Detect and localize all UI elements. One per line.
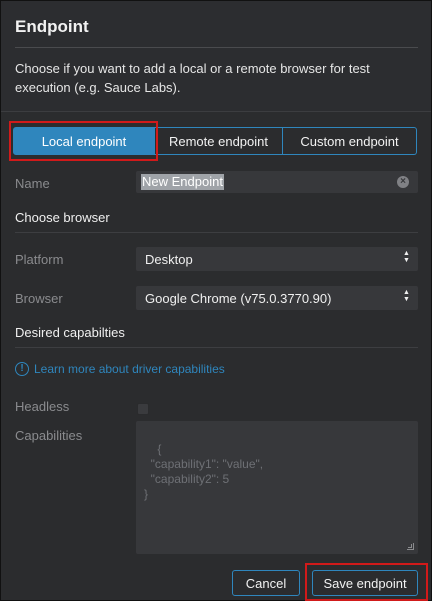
cancel-button[interactable]: Cancel: [232, 570, 300, 596]
section-divider: [15, 347, 418, 348]
dialog-header: Endpoint Choose if you want to add a loc…: [1, 1, 431, 112]
learn-more-text: Learn more about driver capabilities: [34, 362, 225, 376]
save-endpoint-button[interactable]: Save endpoint: [312, 570, 418, 596]
platform-label: Platform: [15, 252, 64, 267]
name-value: New Endpoint: [141, 174, 224, 190]
learn-more-link[interactable]: ! Learn more about driver capabilities: [15, 362, 225, 376]
title-divider: [15, 47, 418, 48]
tab-remote-endpoint[interactable]: Remote endpoint: [155, 127, 283, 155]
browser-value: Google Chrome (v75.0.3770.90): [145, 291, 332, 306]
tab-custom-endpoint[interactable]: Custom endpoint: [283, 127, 417, 155]
tab-local-endpoint[interactable]: Local endpoint: [13, 127, 155, 155]
capabilities-heading: Desired capabilties: [15, 325, 125, 340]
platform-value: Desktop: [145, 252, 193, 267]
browser-select[interactable]: Google Chrome (v75.0.3770.90) ▲ ▼: [136, 286, 418, 310]
headless-label: Headless: [15, 399, 70, 414]
name-label: Name: [15, 176, 50, 191]
info-circle-icon: !: [15, 362, 29, 376]
dialog-description: Choose if you want to add a local or a r…: [15, 61, 370, 95]
endpoint-dialog: Endpoint Choose if you want to add a loc…: [0, 0, 432, 601]
capabilities-label: Capabilities: [15, 428, 83, 443]
headless-checkbox[interactable]: [137, 403, 149, 415]
choose-browser-heading: Choose browser: [15, 210, 110, 225]
updown-arrows-icon: ▲ ▼: [403, 250, 410, 264]
resize-grip-icon[interactable]: [407, 543, 414, 550]
name-input[interactable]: New Endpoint ×: [136, 171, 418, 193]
dialog-title: Endpoint: [15, 17, 89, 36]
clear-circle-icon[interactable]: ×: [397, 176, 409, 188]
updown-arrows-icon: ▲ ▼: [403, 289, 410, 303]
endpoint-type-tabs: Local endpoint Remote endpoint Custom en…: [13, 127, 417, 155]
section-divider: [15, 232, 418, 233]
capabilities-textarea[interactable]: { "capability1": "value", "capability2":…: [136, 421, 418, 554]
capabilities-placeholder: { "capability1": "value", "capability2":…: [144, 442, 264, 501]
platform-select[interactable]: Desktop ▲ ▼: [136, 247, 418, 271]
browser-label: Browser: [15, 291, 63, 306]
